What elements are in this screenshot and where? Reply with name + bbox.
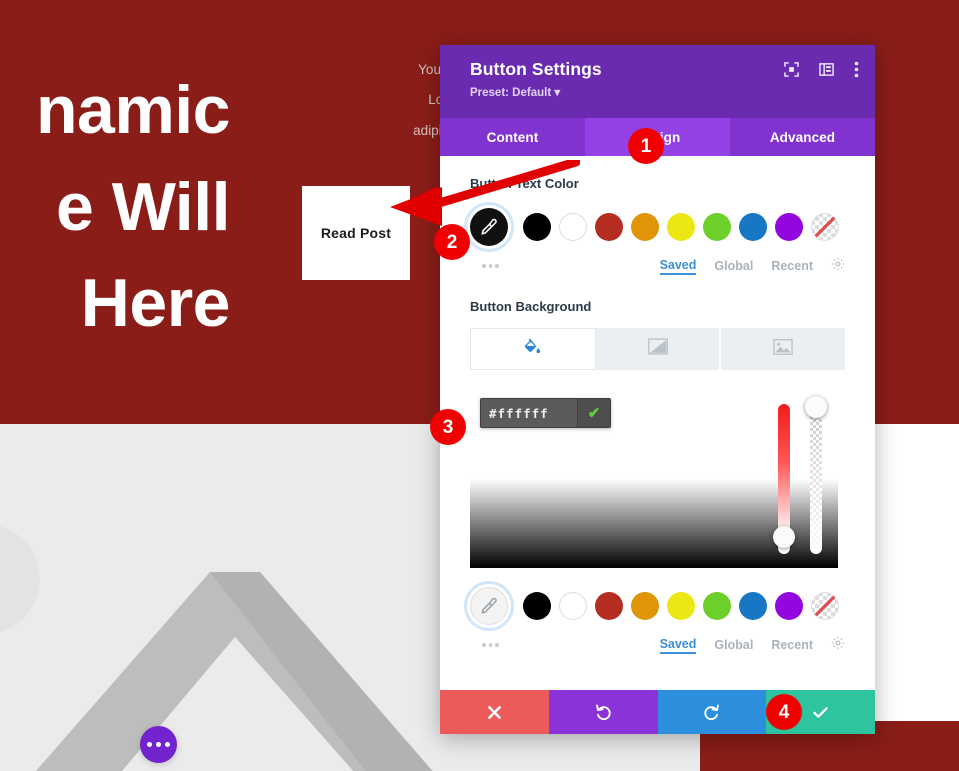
dot	[488, 643, 492, 647]
chevron-graphic	[35, 572, 433, 771]
swatch-green[interactable]	[703, 213, 731, 241]
page-title: namic e Will Here	[0, 62, 231, 352]
redo-button[interactable]	[657, 690, 767, 734]
color-picker: ✔	[470, 390, 845, 568]
vertical-dots-icon[interactable]	[854, 61, 859, 83]
button-background-meta-row: Saved Global Recent	[470, 634, 845, 656]
more-dots-icon[interactable]	[482, 643, 499, 647]
palette-source-links: Saved Global Recent	[659, 636, 845, 655]
chevron-down-icon: ▾	[554, 87, 561, 99]
eyedropper-icon[interactable]	[470, 208, 508, 246]
solid-color-icon	[523, 337, 542, 361]
hero-title-line-3: Here	[80, 265, 231, 342]
dot	[495, 643, 499, 647]
palette-link-global[interactable]: Global	[714, 259, 753, 273]
layout-panel-icon[interactable]	[819, 62, 834, 82]
button-text-color-meta-row: Saved Global Recent	[470, 255, 845, 277]
background-type-gradient[interactable]	[595, 328, 722, 370]
swatch-orange[interactable]	[631, 213, 659, 241]
checkmark-icon[interactable]: ✔	[577, 399, 610, 427]
swatch-yellow[interactable]	[667, 213, 695, 241]
image-icon	[773, 338, 793, 360]
tab-advanced-label: Advanced	[769, 129, 836, 145]
swatch-transparent[interactable]	[811, 592, 839, 620]
swatch-white[interactable]	[559, 213, 587, 241]
panel-body: Button Text Color Saved Global Recent Bu…	[440, 156, 875, 690]
background-type-solid-color[interactable]	[470, 328, 596, 370]
hue-slider-handle[interactable]	[773, 526, 795, 548]
swatch-purple[interactable]	[775, 213, 803, 241]
panel-header-icons	[784, 61, 859, 83]
palette-link-global[interactable]: Global	[714, 638, 753, 652]
fab-dot	[156, 742, 161, 747]
cancel-button[interactable]	[440, 690, 549, 734]
read-post-button[interactable]: Read Post	[302, 186, 410, 280]
palette-source-links: Saved Global Recent	[659, 257, 845, 276]
tab-content-label: Content	[486, 129, 539, 145]
tab-advanced[interactable]: Advanced	[730, 118, 875, 156]
palette-link-saved[interactable]: Saved	[659, 258, 697, 275]
read-post-label: Read Post	[320, 225, 392, 241]
swatch-white[interactable]	[559, 592, 587, 620]
gear-icon[interactable]	[831, 636, 845, 655]
palette-link-recent[interactable]: Recent	[771, 259, 813, 273]
background-type-image[interactable]	[721, 328, 846, 370]
redo-arrow-icon	[704, 704, 720, 720]
hex-input-group: ✔	[480, 398, 611, 428]
palette-link-recent[interactable]: Recent	[771, 638, 813, 652]
dot	[482, 643, 486, 647]
more-dots-icon[interactable]	[482, 264, 499, 268]
button-background-label: Button Background	[470, 299, 592, 314]
swatch-black[interactable]	[523, 213, 551, 241]
swatch-brick-red[interactable]	[595, 592, 623, 620]
fab-dot	[147, 742, 152, 747]
preset-selector[interactable]: Preset: Default ▾	[470, 85, 857, 99]
swatch-black[interactable]	[523, 592, 551, 620]
close-x-icon	[487, 705, 501, 719]
palette-link-saved[interactable]: Saved	[659, 637, 697, 654]
annotation-badge-1: 1	[628, 128, 664, 164]
swatch-blue[interactable]	[739, 213, 767, 241]
undo-arrow-icon	[595, 704, 611, 720]
annotation-badge-2: 2	[434, 224, 470, 260]
alpha-slider[interactable]	[810, 404, 822, 554]
swatch-brick-red[interactable]	[595, 213, 623, 241]
swatch-transparent[interactable]	[811, 213, 839, 241]
button-text-color-swatches	[470, 205, 845, 249]
button-background-swatches	[470, 584, 845, 628]
dot	[495, 264, 499, 268]
annotation-badge-3: 3	[430, 409, 466, 445]
button-text-color-label: Button Text Color	[470, 176, 579, 191]
background-type-tabs	[470, 328, 846, 370]
panel-header: Button Settings Preset: Default ▾	[440, 45, 875, 118]
annotation-badge-4: 4	[766, 694, 802, 730]
gear-icon[interactable]	[831, 257, 845, 276]
dot	[482, 264, 486, 268]
eyedropper-icon[interactable]	[470, 587, 508, 625]
hero-title-line-2: e Will	[56, 168, 230, 245]
preset-label: Preset: Default	[470, 87, 552, 99]
hero-title-line-1: namic	[35, 72, 231, 148]
tab-content[interactable]: Content	[440, 118, 585, 156]
swatch-blue[interactable]	[739, 592, 767, 620]
hex-color-input[interactable]	[481, 399, 577, 427]
swatch-orange[interactable]	[631, 592, 659, 620]
swatch-green[interactable]	[703, 592, 731, 620]
dot	[488, 264, 492, 268]
focus-target-icon[interactable]	[784, 62, 799, 82]
undo-button[interactable]	[548, 690, 658, 734]
swatch-purple[interactable]	[775, 592, 803, 620]
alpha-slider-handle[interactable]	[805, 396, 827, 418]
ellipsis-icon[interactable]	[140, 726, 177, 763]
panel-action-bar	[440, 690, 875, 734]
checkmark-icon	[813, 706, 828, 718]
fab-dot	[165, 742, 170, 747]
swatch-yellow[interactable]	[667, 592, 695, 620]
gradient-icon	[647, 338, 668, 360]
